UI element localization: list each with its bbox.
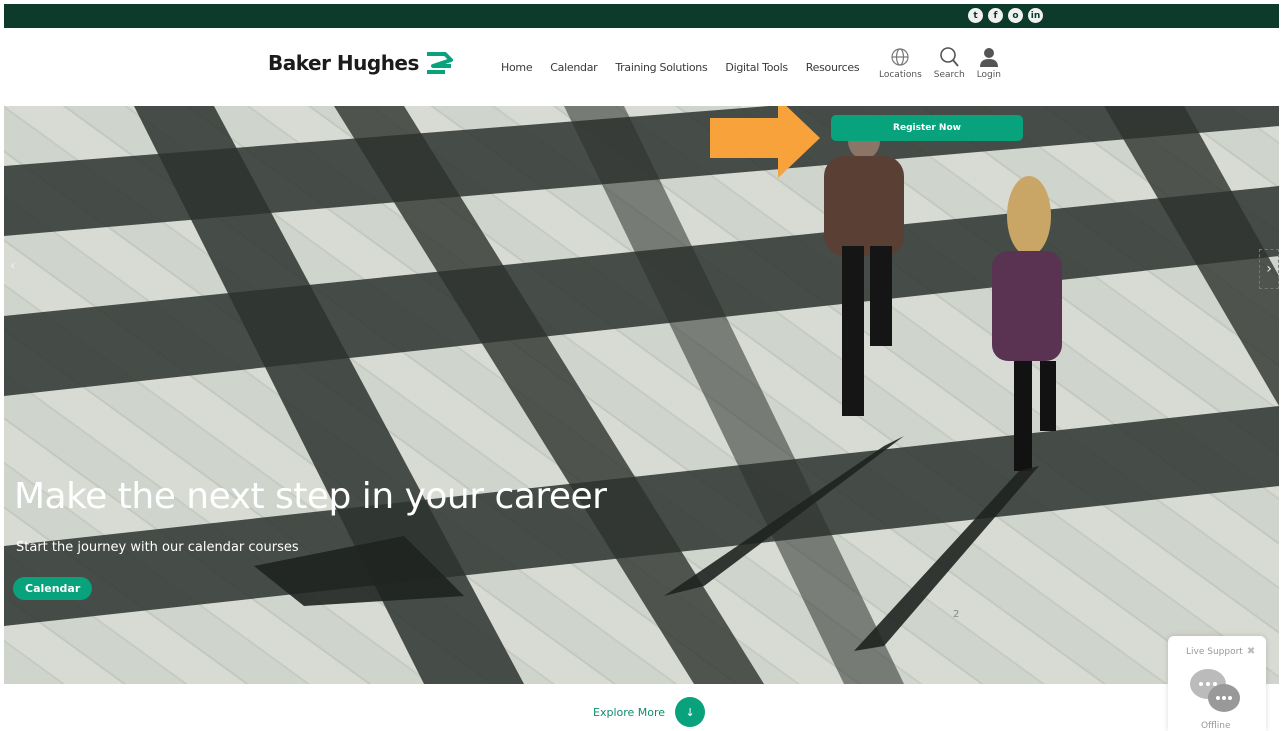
hero-title: Make the next step in your career — [14, 476, 607, 517]
facebook-icon[interactable]: f — [988, 8, 1003, 23]
carousel-prev-arrow[interactable]: ‹ — [10, 258, 16, 274]
globe-icon — [891, 48, 909, 66]
logo-text: Baker Hughes — [268, 51, 419, 75]
login-label: Login — [976, 70, 1001, 80]
user-icon — [979, 48, 998, 67]
search-icon — [940, 47, 959, 67]
site-header: Baker Hughes Home Calendar Training Solu… — [4, 28, 1279, 106]
hero-carousel: Register Now ‹ › Make the next step in y… — [4, 106, 1279, 684]
login-button[interactable]: Login — [977, 46, 1001, 80]
slide-number: 2 — [953, 609, 960, 620]
social-links: t f o in — [968, 8, 1043, 23]
arrow-down-icon[interactable]: ↓ — [675, 697, 706, 727]
live-support-status: Offline — [1201, 721, 1231, 731]
nav-resources[interactable]: Resources — [806, 61, 860, 74]
linkedin-icon[interactable]: in — [1028, 8, 1043, 23]
logo-mark-icon — [426, 52, 453, 74]
locations-button[interactable]: Locations — [879, 46, 922, 80]
social-bar: t f o in — [4, 4, 1279, 28]
explore-more-label: Explore More — [593, 705, 666, 719]
nav-calendar[interactable]: Calendar — [550, 61, 597, 74]
orange-arrow-icon — [710, 106, 820, 178]
twitter-icon[interactable]: t — [968, 8, 983, 23]
logo[interactable]: Baker Hughes — [268, 48, 455, 78]
chat-bubbles-icon — [1190, 669, 1240, 712]
hero-subtitle: Start the journey with our calendar cour… — [16, 540, 299, 555]
calendar-button[interactable]: Calendar — [13, 577, 93, 600]
locations-label: Locations — [879, 70, 922, 80]
hero-background-image — [4, 106, 1279, 684]
nav-digital-tools[interactable]: Digital Tools — [725, 61, 788, 74]
close-icon[interactable]: ✖ — [1247, 646, 1255, 657]
carousel-next-arrow[interactable]: › — [1259, 249, 1279, 289]
instagram-icon[interactable]: o — [1008, 8, 1023, 23]
main-nav: Home Calendar Training Solutions Digital… — [501, 61, 860, 74]
live-support-title: Live Support — [1186, 646, 1243, 657]
nav-home[interactable]: Home — [501, 61, 533, 74]
header-tools: Locations Search Login — [879, 46, 1001, 80]
live-support-header: Live Support ✖ — [1186, 646, 1255, 657]
live-support-widget[interactable]: Live Support ✖ Offline — [1168, 636, 1266, 731]
register-now-button[interactable]: Register Now — [831, 115, 1023, 141]
search-label: Search — [933, 70, 965, 80]
search-button[interactable]: Search — [934, 46, 965, 80]
explore-more[interactable]: Explore More ↓ — [593, 697, 706, 727]
nav-training-solutions[interactable]: Training Solutions — [615, 61, 707, 74]
